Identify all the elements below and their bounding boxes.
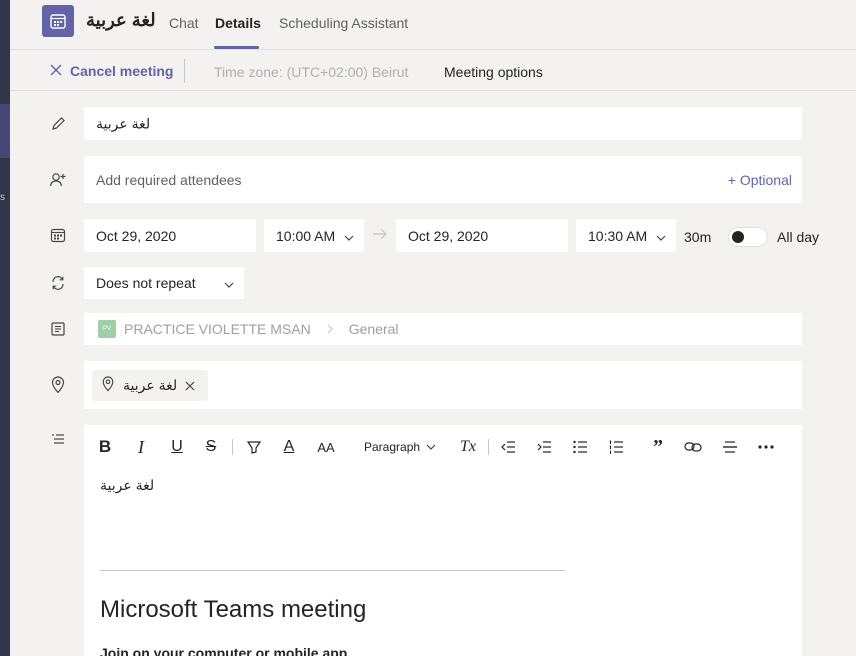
horizontal-rule-icon[interactable] [720,435,740,459]
paragraph-label: Paragraph [364,440,421,454]
clear-formatting-icon[interactable]: Tx [458,435,478,459]
cancel-meeting-label: Cancel meeting [70,63,174,79]
chevron-down-icon [224,275,234,291]
tab-chat[interactable]: Chat [169,15,199,31]
app-rail-fragment: s [0,192,5,203]
tab-details[interactable]: Details [215,15,261,31]
end-time-value: 10:30 AM [588,227,648,244]
arrow-right-icon [372,227,388,243]
end-date-field[interactable]: Oct 29, 2020 [396,219,568,252]
calendar-icon [48,225,68,245]
location-chip-label: لغة عربية [123,377,178,393]
strikethrough-icon[interactable]: S [202,435,220,459]
repeat-value: Does not repeat [96,275,196,291]
description-editor[interactable]: B I U S A AA Paragraph Tx ” لغة عربية Mi… [84,425,802,656]
chevron-down-icon [344,228,354,244]
toolbar-divider [232,439,233,455]
location-pin-icon [48,375,68,395]
bullet-list-icon[interactable] [570,435,590,459]
meeting-options-button[interactable]: Meeting options [444,64,543,80]
quote-icon[interactable]: ” [648,435,668,459]
divider [100,570,565,571]
decrease-indent-icon[interactable] [498,435,518,459]
highlight-icon[interactable] [244,435,264,459]
meeting-title-value: لغة عربية [96,115,151,131]
link-icon[interactable] [682,435,704,459]
paragraph-dropdown[interactable]: Paragraph [364,435,436,459]
timezone-label[interactable]: Time zone: (UTC+02:00) Beirut [214,64,408,80]
team-avatar: PV [98,320,116,338]
underline-icon[interactable]: U [168,435,186,459]
cancel-meeting-button[interactable]: Cancel meeting [50,63,173,79]
meeting-toolbar: Cancel meeting Time zone: (UTC+02:00) Be… [10,51,856,91]
chevron-right-icon [327,321,333,337]
meeting-title: لغة عربية [86,10,156,30]
bold-icon[interactable]: B [96,435,114,459]
start-time-value: 10:00 AM [276,227,336,244]
app-rail: s [0,0,10,656]
font-size-icon[interactable]: AA [316,435,336,459]
location-pin-icon [101,376,115,395]
end-time-dropdown[interactable]: 10:30 AM [576,219,676,252]
start-time-dropdown[interactable]: 10:00 AM [264,219,364,252]
repeat-icon [48,273,68,293]
close-icon[interactable] [185,378,195,394]
all-day-label: All day [777,229,820,245]
meeting-title-field[interactable]: لغة عربية [84,107,802,140]
increase-indent-icon[interactable] [534,435,554,459]
channel-icon [48,319,68,339]
teams-meeting-heading: Microsoft Teams meeting [100,596,367,623]
start-date-field[interactable]: Oct 29, 2020 [84,219,256,252]
attendees-field[interactable]: Add required attendees + Optional [84,156,802,203]
channel-breadcrumb: PV PRACTICE VIOLETTE MSAN General [98,320,399,338]
duration-label: 30m [684,229,712,245]
team-name: PRACTICE VIOLETTE MSAN [124,321,311,337]
chevron-down-icon [656,228,666,244]
tab-scheduling-assistant[interactable]: Scheduling Assistant [279,15,408,31]
italic-icon[interactable]: I [132,435,150,459]
active-tab-indicator [214,46,259,49]
meeting-header: لغة عربية Chat Details Scheduling Assist… [10,0,856,50]
end-date-value: Oct 29, 2020 [408,227,489,244]
join-info-text: Join on your computer or mobile app [100,645,348,656]
toolbar-divider [488,439,489,455]
font-color-icon[interactable]: A [280,435,298,459]
optional-attendees-button[interactable]: + Optional [728,172,792,188]
close-icon [50,63,62,79]
app-rail-selected-item[interactable] [0,104,10,158]
channel-name: General [348,321,399,337]
numbered-list-icon[interactable] [606,435,626,459]
attendees-input[interactable]: Add required attendees [96,172,242,188]
location-chip[interactable]: لغة عربية [92,370,208,401]
toggle-knob [732,231,744,243]
add-person-icon [48,170,68,190]
calendar-icon [42,5,74,37]
editor-body-text: لغة عربية [100,477,155,493]
toolbar-divider [184,59,185,83]
start-date-value: Oct 29, 2020 [96,227,177,244]
description-icon [48,430,68,450]
pencil-icon [48,114,68,134]
chevron-down-icon [426,444,436,450]
repeat-dropdown[interactable]: Does not repeat [84,267,244,299]
more-options-icon[interactable] [756,435,776,459]
all-day-toggle[interactable] [728,227,768,247]
